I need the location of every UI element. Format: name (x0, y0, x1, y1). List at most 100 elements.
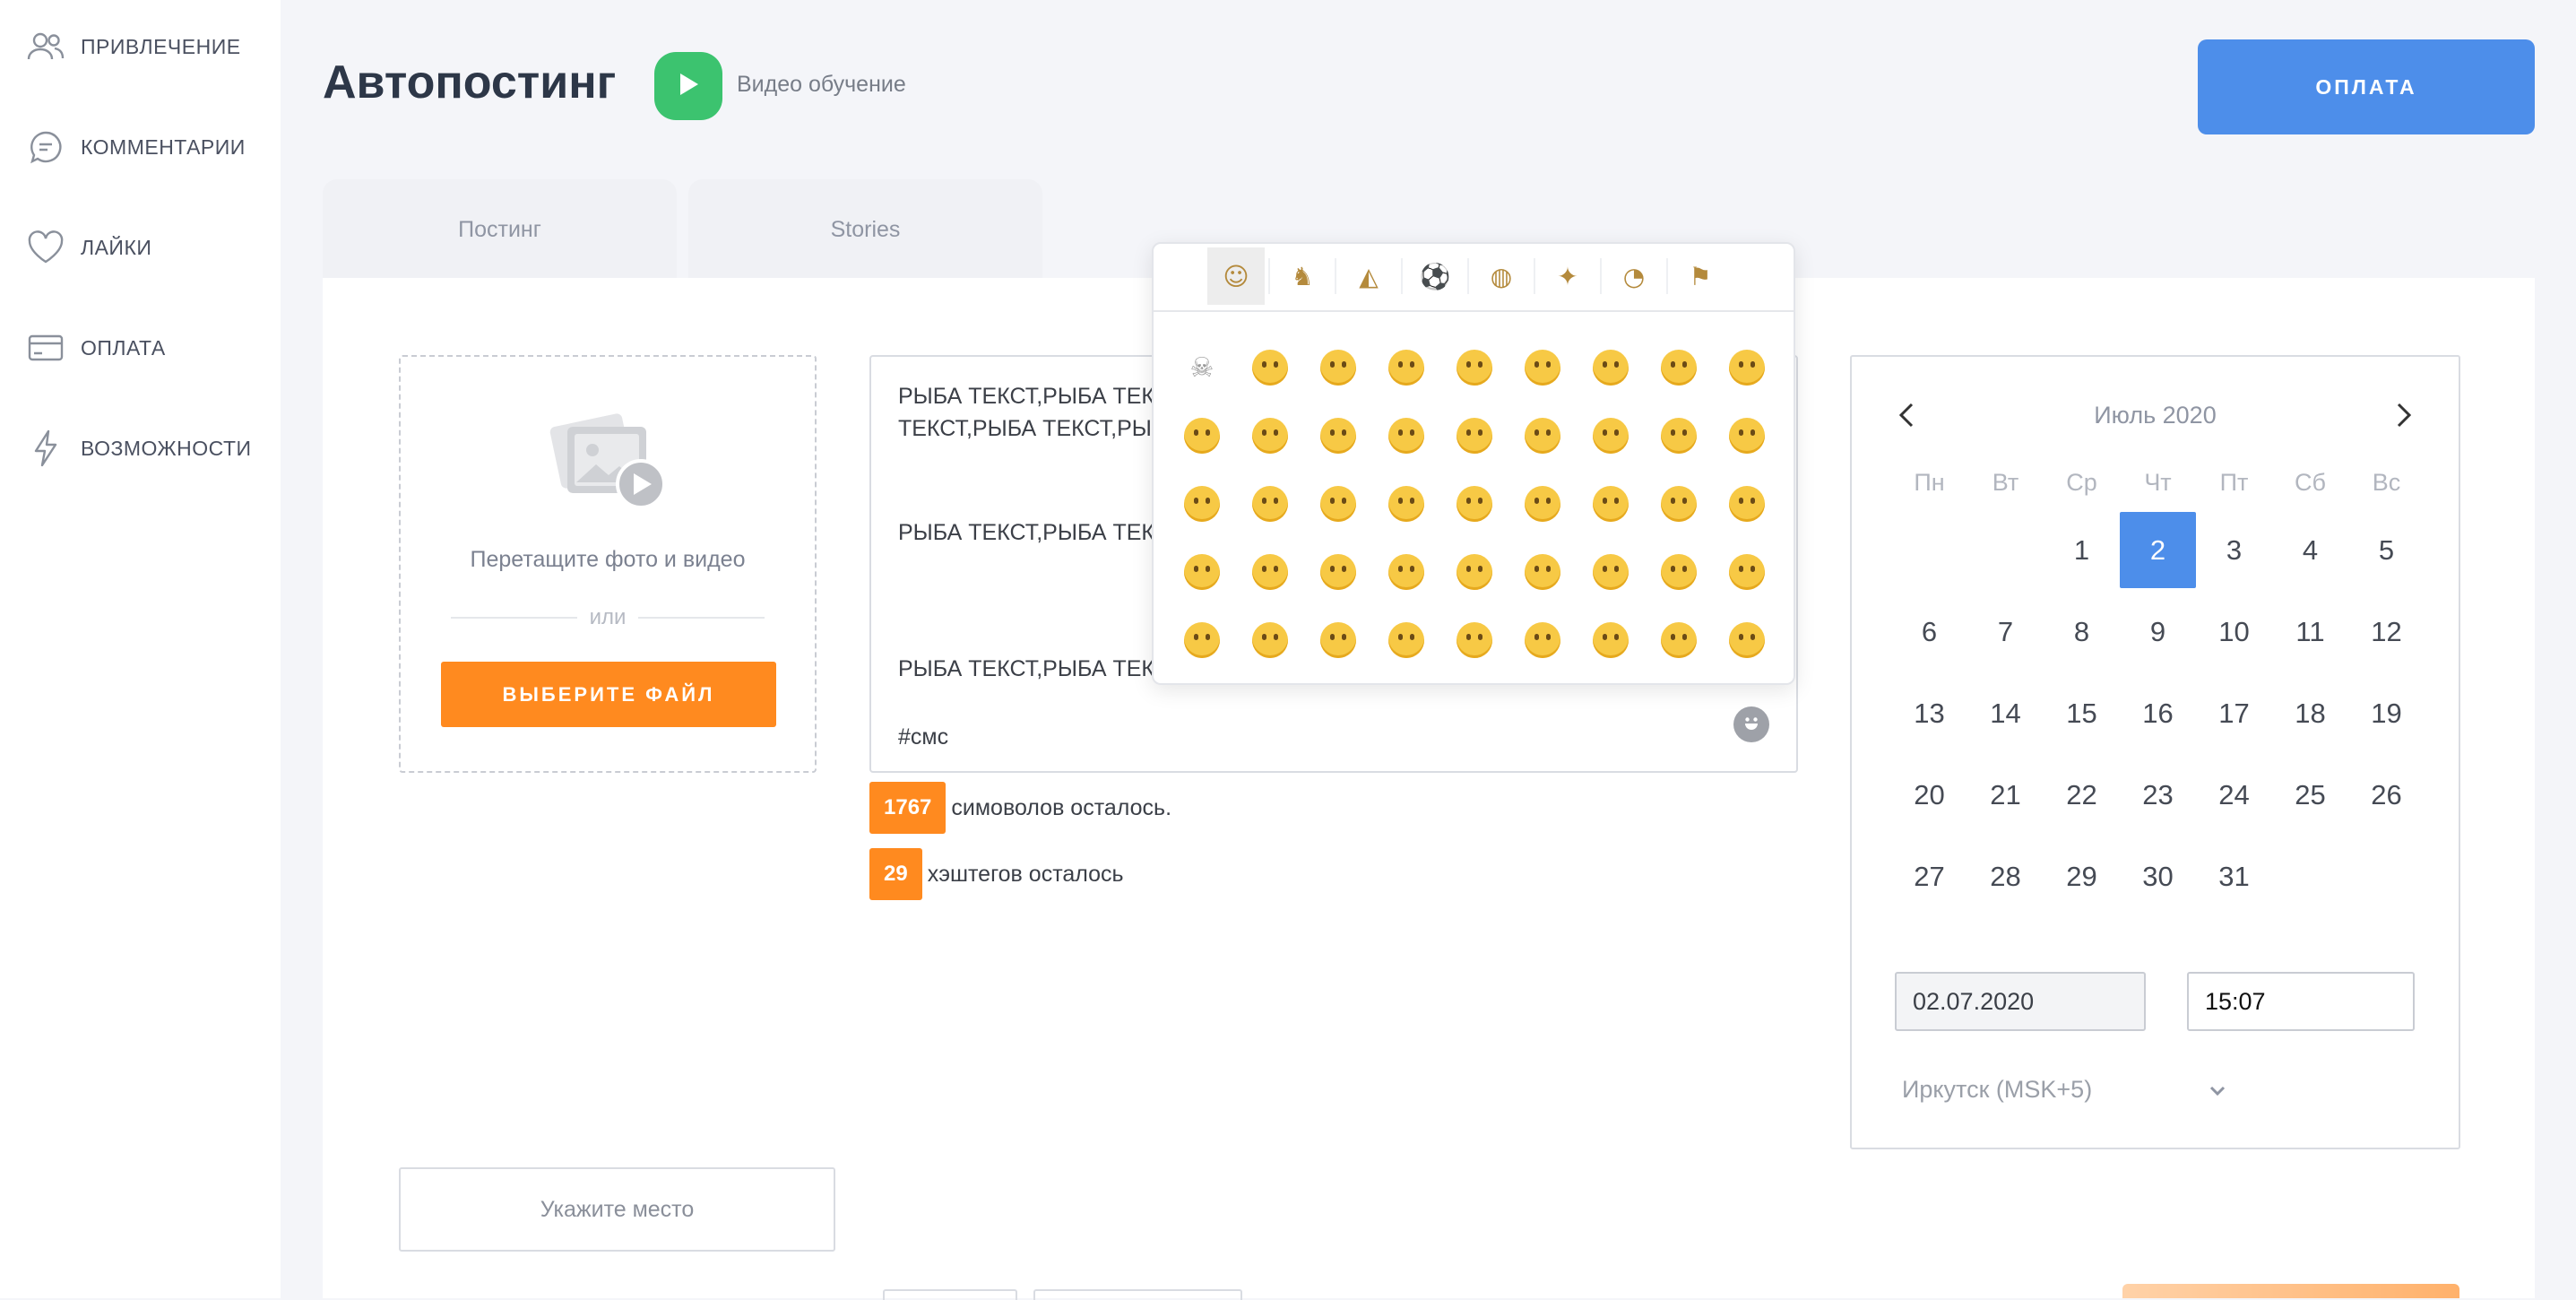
travel-icon[interactable]: ◍ (1473, 247, 1530, 305)
sidebar-item-payment[interactable]: ОПЛАТА (25, 321, 166, 375)
calendar-day[interactable]: 27 (1891, 838, 1967, 914)
calendar-day[interactable]: 3 (2196, 512, 2272, 588)
sports-icon[interactable]: ⚽ (1406, 247, 1464, 305)
emoji-face-icon[interactable] (1645, 470, 1713, 538)
flags-icon[interactable]: ⚑ (1672, 247, 1729, 305)
emoji-face-icon[interactable] (1440, 538, 1508, 606)
choose-file-button[interactable]: ВЫБЕРИТЕ ФАЙЛ (441, 662, 776, 727)
emoji-face-icon[interactable] (1713, 470, 1781, 538)
emoji-face-icon[interactable] (1713, 334, 1781, 402)
emoji-face-icon[interactable] (1440, 334, 1508, 402)
calendar-day[interactable]: 12 (2348, 594, 2425, 670)
emoji-face-icon[interactable] (1304, 334, 1372, 402)
emoji-face-icon[interactable] (1645, 538, 1713, 606)
calendar-day[interactable]: 5 (2348, 512, 2425, 588)
emoji-face-icon[interactable] (1713, 606, 1781, 674)
calendar-day[interactable]: 20 (1891, 757, 1967, 833)
calendar-day[interactable]: 28 (1967, 838, 2044, 914)
calendar-day[interactable]: 16 (2120, 675, 2196, 751)
calendar-day[interactable]: 13 (1891, 675, 1967, 751)
emoji-face-icon[interactable] (1508, 606, 1577, 674)
time-field[interactable] (2187, 972, 2415, 1031)
food-icon[interactable]: ◭ (1340, 247, 1397, 305)
emoji-face-icon[interactable] (1372, 470, 1440, 538)
emoji-face-icon[interactable] (1577, 470, 1645, 538)
emoji-face-icon[interactable] (1304, 402, 1372, 470)
emoji-face-icon[interactable] (1372, 538, 1440, 606)
calendar-day[interactable]: 17 (2196, 675, 2272, 751)
emoji-face-icon[interactable] (1440, 606, 1508, 674)
emoji-face-icon[interactable] (1645, 334, 1713, 402)
emoji-face-icon[interactable] (1168, 470, 1236, 538)
calendar-day[interactable]: 14 (1967, 675, 2044, 751)
sidebar-item-comments[interactable]: КОММЕНТАРИИ (25, 120, 246, 174)
location-input[interactable]: Укажите место (399, 1167, 835, 1252)
smileys-icon[interactable]: ☺ (1207, 247, 1265, 305)
emoji-face-icon[interactable] (1236, 606, 1304, 674)
calendar-day[interactable]: 15 (2044, 675, 2120, 751)
emoji-face-icon[interactable] (1645, 606, 1713, 674)
emoji-face-icon[interactable] (1440, 402, 1508, 470)
emoji-face-icon[interactable] (1508, 470, 1577, 538)
calendar-day[interactable]: 11 (2272, 594, 2348, 670)
emoji-face-icon[interactable] (1577, 334, 1645, 402)
emoji-face-icon[interactable] (1440, 470, 1508, 538)
emoji-face-icon[interactable] (1304, 606, 1372, 674)
emoji-face-icon[interactable] (1713, 538, 1781, 606)
emoji-face-icon[interactable] (1236, 470, 1304, 538)
calendar-day[interactable]: 7 (1967, 594, 2044, 670)
calendar-day[interactable]: 22 (2044, 757, 2120, 833)
emoji-face-icon[interactable] (1372, 334, 1440, 402)
calendar-day[interactable]: 31 (2196, 838, 2272, 914)
sidebar-item-likes[interactable]: ЛАЙКИ (25, 221, 151, 274)
emoji-face-icon[interactable] (1168, 538, 1236, 606)
calendar-day[interactable]: 26 (2348, 757, 2425, 833)
sidebar-item-attraction[interactable]: ПРИВЛЕЧЕНИЕ (25, 20, 241, 74)
emoji-face-icon[interactable] (1577, 538, 1645, 606)
emoji-face-icon[interactable] (1236, 334, 1304, 402)
tab-stories[interactable]: Stories (688, 179, 1042, 280)
calendar-day[interactable]: 1 (2044, 512, 2120, 588)
calendar-day[interactable]: 4 (2272, 512, 2348, 588)
pay-button[interactable]: ОПЛАТА (2198, 39, 2535, 134)
calendar-day[interactable]: 18 (2272, 675, 2348, 751)
calendar-day[interactable]: 19 (2348, 675, 2425, 751)
emoji-face-icon[interactable] (1168, 606, 1236, 674)
timezone-select[interactable]: Иркутск (MSK+5) (1902, 1076, 2226, 1104)
emoji-face-icon[interactable] (1372, 402, 1440, 470)
emoji-face-icon[interactable] (1508, 402, 1577, 470)
calendar-day[interactable]: 23 (2120, 757, 2196, 833)
objects-icon[interactable]: ✦ (1539, 247, 1596, 305)
emoji-face-icon[interactable] (1645, 402, 1713, 470)
emoji-face-icon[interactable] (1236, 402, 1304, 470)
emoji-face-icon[interactable] (1577, 402, 1645, 470)
calendar-day[interactable]: 9 (2120, 594, 2196, 670)
emoji-toggle-button[interactable] (1733, 706, 1769, 742)
animals-icon[interactable]: ♞ (1274, 247, 1331, 305)
video-tutorial-button[interactable] (654, 52, 722, 120)
symbols-icon[interactable]: ◔ (1605, 247, 1663, 305)
emoji-face-icon[interactable] (1304, 538, 1372, 606)
bottom-secondary-button[interactable] (883, 1289, 1017, 1300)
emoji-face-icon[interactable] (1508, 538, 1577, 606)
date-field[interactable] (1895, 972, 2146, 1031)
emoji-face-icon[interactable] (1236, 538, 1304, 606)
tab-posting[interactable]: Постинг (323, 179, 677, 280)
emoji-face-icon[interactable] (1372, 606, 1440, 674)
emoji-face-icon[interactable] (1577, 606, 1645, 674)
emoji-face-icon[interactable] (1508, 334, 1577, 402)
emoji-face-icon[interactable] (1168, 402, 1236, 470)
calendar-day[interactable]: 30 (2120, 838, 2196, 914)
upload-dropzone[interactable]: Перетащите фото и видео или ВЫБЕРИТЕ ФАЙ… (399, 355, 817, 773)
calendar-day[interactable]: 24 (2196, 757, 2272, 833)
calendar-day[interactable]: 29 (2044, 838, 2120, 914)
calendar-day[interactable]: 2 (2120, 512, 2196, 588)
next-month-button[interactable] (2382, 394, 2426, 439)
skull-emoji-icon[interactable]: ☠ (1168, 334, 1236, 402)
calendar-day[interactable]: 25 (2272, 757, 2348, 833)
calendar-day[interactable]: 6 (1891, 594, 1967, 670)
bottom-secondary-button[interactable] (1033, 1289, 1242, 1300)
video-tutorial-link[interactable]: Видео обучение (737, 72, 906, 98)
bottom-primary-button[interactable] (2122, 1284, 2459, 1298)
calendar-day[interactable]: 21 (1967, 757, 2044, 833)
